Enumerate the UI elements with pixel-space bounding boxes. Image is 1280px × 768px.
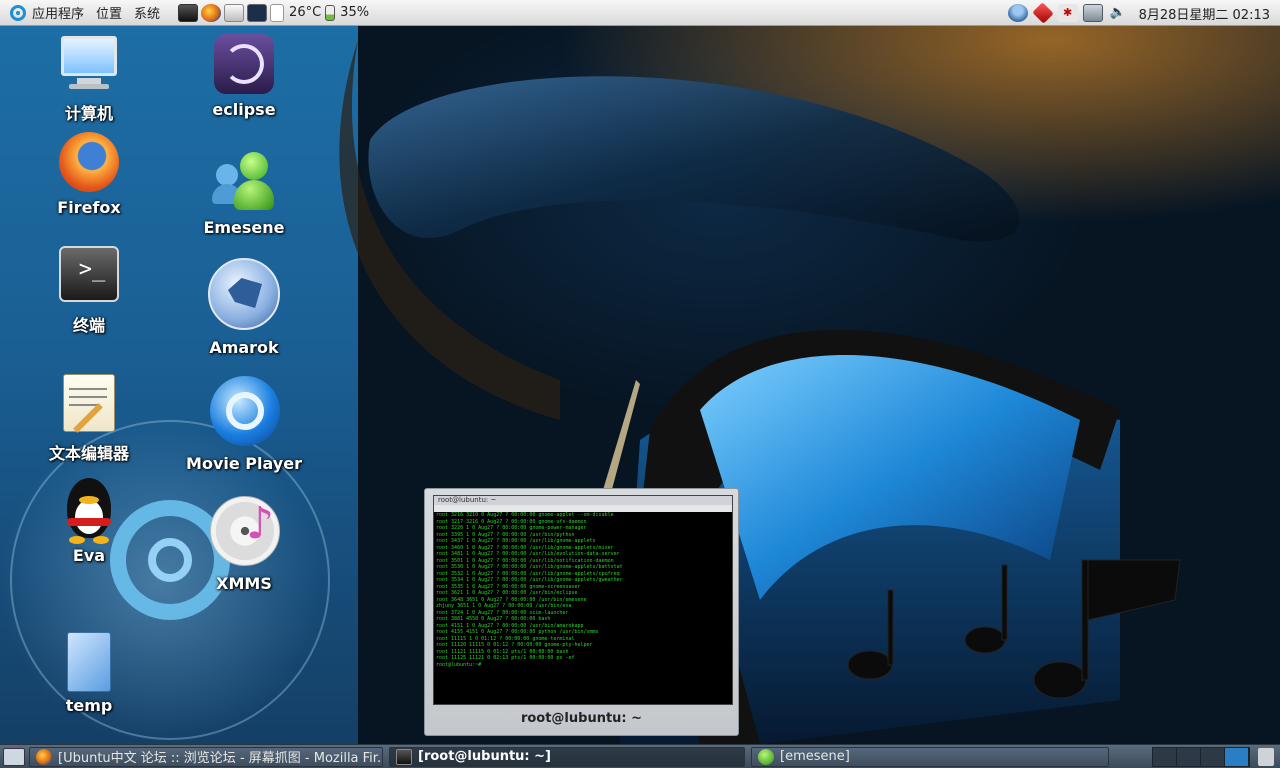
desktop-icon-label: Movie Player xyxy=(186,454,302,473)
battery-icon[interactable] xyxy=(325,4,336,21)
music-disc-icon: ♪ xyxy=(210,494,280,570)
terminal-icon: >_ xyxy=(57,244,121,308)
network-icon[interactable] xyxy=(1082,4,1103,22)
terminal-launcher-icon[interactable] xyxy=(178,3,199,22)
ubuntu-logo-icon[interactable] xyxy=(10,4,26,21)
menu-system[interactable]: 系统 xyxy=(134,3,160,22)
desktop-icon-movie-player[interactable]: Movie Player xyxy=(184,374,304,473)
desktop-icon-label: 文本编辑器 xyxy=(48,444,129,463)
terminal-window: root@lubuntu: ~ root 3216 3210 0 Aug27 ?… xyxy=(433,495,733,705)
input-method-icon[interactable]: ✱ xyxy=(1057,4,1078,22)
window-preview-terminal[interactable]: root@lubuntu: ~ root 3216 3210 0 Aug27 ?… xyxy=(424,488,739,736)
trash-icon[interactable] xyxy=(1258,747,1274,766)
desktop-icon-firefox[interactable]: Firefox xyxy=(29,130,149,217)
taskbar-item-emesene[interactable]: [emesene] xyxy=(751,746,1109,767)
taskbar-item-terminal[interactable]: [root@lubuntu: ~] xyxy=(389,746,745,767)
desktop-icon-label: XMMS xyxy=(216,574,272,593)
firefox-icon xyxy=(57,130,121,194)
messenger-icon xyxy=(758,748,774,765)
window-preview-caption: root@lubuntu: ~ xyxy=(520,711,643,726)
workspace-switcher[interactable] xyxy=(1152,746,1250,767)
desktop-icon-text-editor[interactable]: 文本编辑器 xyxy=(29,372,149,464)
top-panel: 应用程序 位置 系统 26°C 35% ✱ 🔈 8月28日星期二 02:13 xyxy=(0,0,1280,26)
menu-applications[interactable]: 应用程序 xyxy=(32,3,84,22)
ruby-gem-icon[interactable] xyxy=(1031,2,1054,24)
terminal-title: root@lubuntu: ~ xyxy=(434,496,732,505)
desktop-icon-label: Firefox xyxy=(57,198,121,217)
taskbar-item-label: [emesene] xyxy=(780,749,850,764)
terminal-output: root 3216 3210 0 Aug27 ? 00:00:00 gnome-… xyxy=(434,512,732,668)
workspace-1[interactable] xyxy=(1153,747,1177,766)
terminal-menubar xyxy=(434,505,732,512)
desktop-icon-amarok[interactable]: Amarok xyxy=(184,258,304,357)
taskbar-item-label: [root@lubuntu: ~] xyxy=(418,749,551,764)
battery-percentage[interactable]: 35% xyxy=(340,5,369,20)
desktop-icon-eclipse[interactable]: eclipse xyxy=(184,32,304,119)
menu-places[interactable]: 位置 xyxy=(96,3,122,22)
folder-icon xyxy=(57,630,121,694)
desktop-icon-eva[interactable]: Eva xyxy=(29,478,149,565)
terminal-line: root@lubuntu:~# xyxy=(436,661,482,668)
desktop-icon-label: 计算机 xyxy=(64,104,113,123)
desktop-icon-emesene[interactable]: Emesene xyxy=(184,150,304,237)
computer-icon xyxy=(57,32,121,96)
desktop-icon-label: Amarok xyxy=(209,338,279,357)
quicktime-icon xyxy=(210,374,280,454)
terminal-icon xyxy=(396,748,412,765)
system-tray: ✱ 🔈 8月28日星期二 02:13 xyxy=(1007,0,1280,26)
weather-temperature[interactable]: 26°C xyxy=(289,5,321,20)
amarok-wolf-icon xyxy=(208,258,280,334)
show-desktop-button[interactable] xyxy=(3,747,25,766)
clock[interactable]: 8月28日星期二 02:13 xyxy=(1139,4,1270,23)
weather-icon[interactable] xyxy=(270,3,285,22)
desktop-icon-computer[interactable]: 计算机 xyxy=(29,32,149,124)
desktop-icon-label: temp xyxy=(65,696,113,715)
messenger-icon xyxy=(212,150,276,214)
desktop-icon-terminal[interactable]: >_ 终端 xyxy=(29,244,149,336)
penguin-icon xyxy=(57,478,121,558)
taskbar-item-label: [Ubuntu中文 论坛 :: 浏览论坛 - 屏幕抓图 - Mozilla Fi… xyxy=(58,751,383,766)
bottom-panel: [Ubuntu中文 论坛 :: 浏览论坛 - 屏幕抓图 - Mozilla Fi… xyxy=(0,744,1280,768)
desktop-icon-temp[interactable]: temp xyxy=(29,630,149,715)
workspace-3[interactable] xyxy=(1201,747,1225,766)
eclipse-icon xyxy=(212,32,276,96)
workspace-2[interactable] xyxy=(1177,747,1201,766)
volume-icon[interactable]: 🔈 xyxy=(1108,4,1128,22)
system-monitor-icon[interactable] xyxy=(247,3,268,22)
desktop-icon-xmms[interactable]: ♪ XMMS xyxy=(184,494,304,593)
taskbar-item-firefox[interactable]: [Ubuntu中文 论坛 :: 浏览论坛 - 屏幕抓图 - Mozilla Fi… xyxy=(29,746,383,767)
desktop-icon-label: Emesene xyxy=(203,218,285,237)
desktop-icon-label: eclipse xyxy=(212,100,276,119)
firefox-launcher-icon[interactable] xyxy=(201,3,222,22)
firefox-icon xyxy=(36,748,52,765)
desktop-icon-label: 终端 xyxy=(72,316,105,335)
text-editor-icon xyxy=(57,372,121,436)
mail-launcher-icon[interactable] xyxy=(224,3,245,22)
user-icon[interactable] xyxy=(1007,4,1028,22)
workspace-4[interactable] xyxy=(1225,747,1249,766)
